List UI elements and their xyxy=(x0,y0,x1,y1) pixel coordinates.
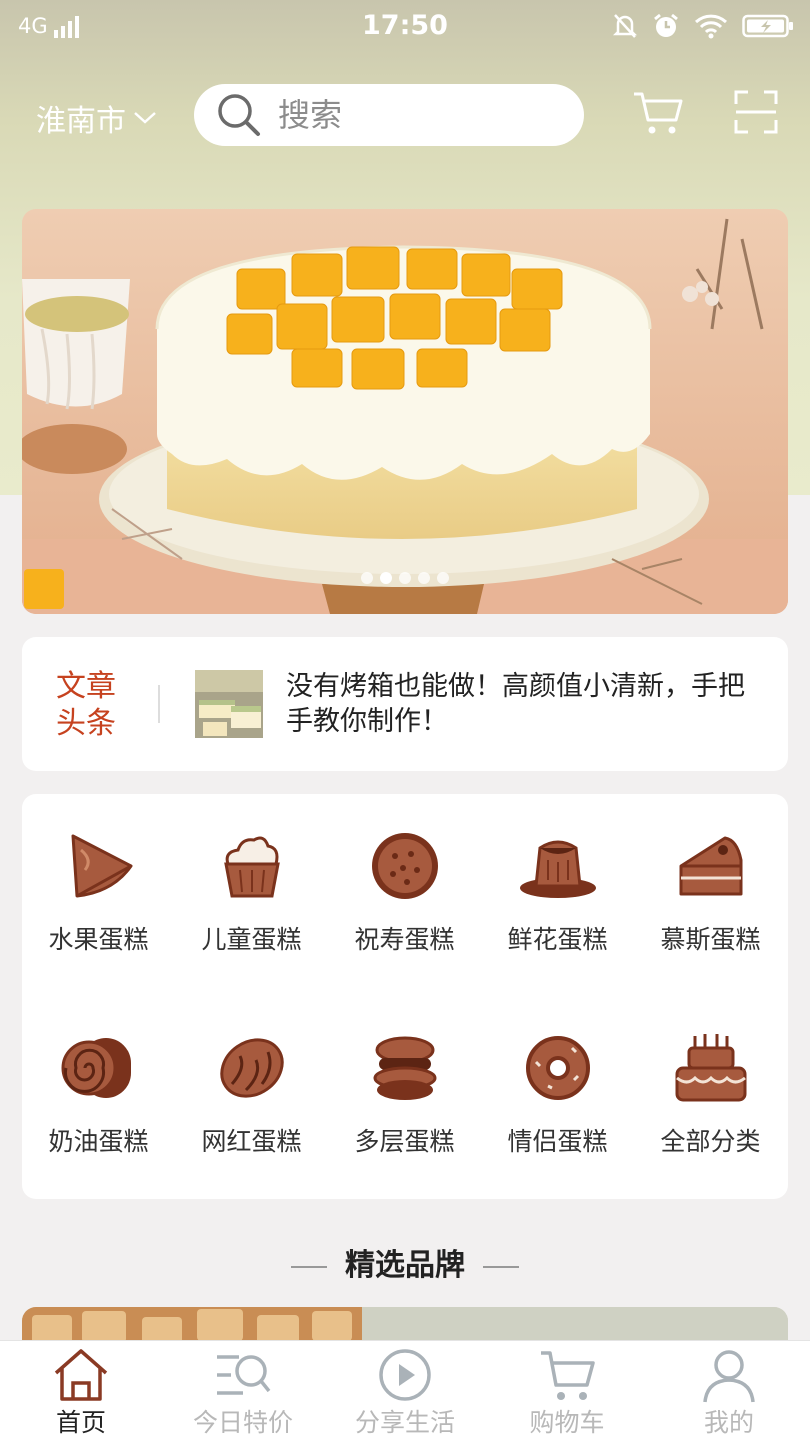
pudding-icon xyxy=(519,840,596,898)
mousse-cake-slice-icon xyxy=(679,836,742,896)
category-label: 奶油蛋糕 xyxy=(48,1127,149,1156)
category-label: 祝寿蛋糕 xyxy=(354,925,455,954)
mute-bell-icon xyxy=(612,14,638,38)
home-icon xyxy=(54,1349,108,1401)
category-label: 水果蛋糕 xyxy=(48,925,149,954)
city-label: 淮南市 xyxy=(36,104,126,139)
status-bar: 4G 17:50 xyxy=(0,0,810,54)
banner-dot[interactable] xyxy=(361,572,373,584)
category-item[interactable]: 网红蛋糕 xyxy=(175,1032,328,1158)
status-icons xyxy=(612,12,794,40)
scan-icon[interactable] xyxy=(734,90,778,134)
category-label: 慕斯蛋糕 xyxy=(660,925,761,954)
category-label: 鲜花蛋糕 xyxy=(507,925,608,954)
tab-profile[interactable]: 我的 xyxy=(648,1347,810,1439)
search-input[interactable] xyxy=(278,96,538,134)
tab-label: 今日特价 xyxy=(192,1408,293,1437)
banner-dot-active[interactable] xyxy=(380,572,392,584)
swiss-roll-icon xyxy=(61,1038,131,1098)
tab-share-life[interactable]: 分享生活 xyxy=(324,1347,486,1439)
city-selector[interactable]: 淮南市 xyxy=(36,96,158,140)
banner-pagination xyxy=(22,572,788,584)
search-list-icon xyxy=(217,1355,271,1395)
category-item[interactable]: 水果蛋糕 xyxy=(22,830,175,956)
category-label: 多层蛋糕 xyxy=(354,1127,455,1156)
heading-line-left xyxy=(291,1265,327,1268)
chevron-down-icon xyxy=(134,112,156,124)
search-bar[interactable] xyxy=(194,84,584,146)
tab-label: 首页 xyxy=(55,1408,106,1437)
bread-icon xyxy=(219,1038,284,1098)
banner-cake-image xyxy=(22,209,788,614)
user-icon xyxy=(703,1350,755,1403)
section-title: 精选品牌 xyxy=(345,1248,465,1283)
fruit-cake-slice-icon xyxy=(71,834,132,898)
article-thumbnail xyxy=(195,670,263,738)
category-item[interactable]: 儿童蛋糕 xyxy=(175,830,328,956)
play-circle-icon xyxy=(379,1349,431,1401)
cupcake-icon xyxy=(223,836,280,898)
bottom-tab-bar: 首页 今日特价 分享生活 购物车 我的 xyxy=(0,1340,810,1441)
tab-today-deals[interactable]: 今日特价 xyxy=(162,1347,324,1439)
tab-home[interactable]: 首页 xyxy=(0,1347,162,1439)
article-tag: 文章头条 xyxy=(56,669,116,741)
category-label: 情侣蛋糕 xyxy=(507,1127,608,1156)
donut-icon xyxy=(525,1036,590,1100)
section-heading: 精选品牌 xyxy=(0,1240,810,1284)
banner-dot[interactable] xyxy=(437,572,449,584)
category-label: 儿童蛋糕 xyxy=(201,925,302,954)
tab-label: 我的 xyxy=(703,1408,754,1437)
category-grid: 水果蛋糕 儿童蛋糕 祝寿蛋糕 鲜花蛋糕 慕斯蛋糕 奶油蛋糕 网红蛋糕 多层蛋糕 … xyxy=(22,794,788,1199)
cart-icon[interactable] xyxy=(632,90,684,136)
promo-banner[interactable] xyxy=(22,209,788,614)
tab-label: 分享生活 xyxy=(354,1408,455,1437)
article-title: 没有烤箱也能做！高颜值小清新，手把手教你制作！ xyxy=(286,671,745,737)
banner-dot[interactable] xyxy=(399,572,411,584)
heading-line-right xyxy=(483,1265,519,1268)
category-label: 全部分类 xyxy=(660,1127,761,1156)
category-item[interactable]: 奶油蛋糕 xyxy=(22,1032,175,1158)
divider xyxy=(158,685,160,723)
cart-icon xyxy=(541,1351,595,1400)
category-item[interactable]: 祝寿蛋糕 xyxy=(328,830,481,956)
category-item[interactable]: 慕斯蛋糕 xyxy=(634,830,787,956)
cookie-icon xyxy=(371,833,438,899)
banner-dot[interactable] xyxy=(418,572,430,584)
wifi-icon xyxy=(694,14,728,39)
battery-icon xyxy=(742,14,793,38)
category-item[interactable]: 情侣蛋糕 xyxy=(481,1032,634,1158)
category-label: 网红蛋糕 xyxy=(201,1127,302,1156)
search-icon xyxy=(218,94,260,136)
top-header: 淮南市 xyxy=(0,80,810,150)
tab-label: 购物车 xyxy=(529,1408,605,1437)
alarm-icon xyxy=(654,13,678,37)
category-item[interactable]: 多层蛋糕 xyxy=(328,1032,481,1158)
article-headline-card[interactable]: 文章头条 没有烤箱也能做！高颜值小清新，手把手教你制作！ xyxy=(22,637,788,771)
category-item[interactable]: 全部分类 xyxy=(634,1032,787,1158)
tab-cart[interactable]: 购物车 xyxy=(486,1347,648,1439)
macaron-icon xyxy=(373,1036,436,1100)
birthday-cake-icon xyxy=(675,1034,746,1102)
category-item[interactable]: 鲜花蛋糕 xyxy=(481,830,634,956)
